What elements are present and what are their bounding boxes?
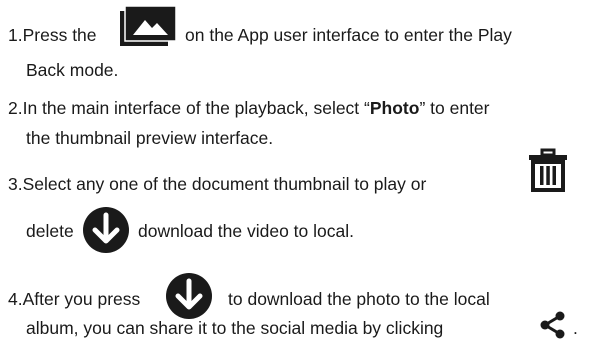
photo-label: Photo [369, 98, 420, 118]
step-3-line-2-end: download the video to local. [138, 221, 354, 241]
step-4-line-1: 4.After you press [8, 289, 140, 309]
share-icon [538, 310, 568, 345]
step-1-line-1: 1.Press the [8, 25, 97, 45]
download-icon [82, 206, 130, 259]
step-1-line-2: Back mode. [26, 60, 118, 80]
step-4-text-before: 4.After you press [8, 289, 141, 309]
step-2-text-before: 2.In the main interface of the playback,… [8, 98, 370, 118]
step-3-text-before: 3.Select any one of the document thumbna… [8, 174, 427, 194]
step-1-text-after: on the App user interface to enter the P… [185, 25, 512, 45]
step-3-line-1: 3.Select any one of the document thumbna… [8, 174, 426, 194]
step-4-line-2: album, you can share it to the social me… [26, 318, 443, 338]
step-4-line-2-end: . [573, 318, 578, 338]
step-4-text-period: . [573, 318, 578, 338]
step-3-text-delete: delete [26, 221, 74, 241]
gallery-icon [120, 5, 177, 51]
step-2-line-2: the thumbnail preview interface. [26, 128, 273, 148]
step-2-line-1: 2.In the main interface of the playback,… [8, 98, 490, 118]
step-1-line-1-end: on the App user interface to enter the P… [185, 25, 512, 45]
step-2-text-after: ” to enter [419, 98, 490, 118]
step-4-line-1-end: to download the photo to the local [228, 289, 490, 309]
step-2-text-line2: the thumbnail preview interface. [26, 128, 274, 148]
step-3-text-after: download the video to local. [138, 221, 354, 241]
step-1-text-line2: Back mode. [26, 60, 119, 80]
step-4-text-line2: album, you can share it to the social me… [26, 318, 444, 338]
trash-icon [528, 148, 568, 197]
step-3-line-2: delete [26, 221, 74, 241]
step-1-text-before: 1.Press the [8, 25, 97, 45]
step-4-text-after: to download the photo to the local [228, 289, 490, 309]
